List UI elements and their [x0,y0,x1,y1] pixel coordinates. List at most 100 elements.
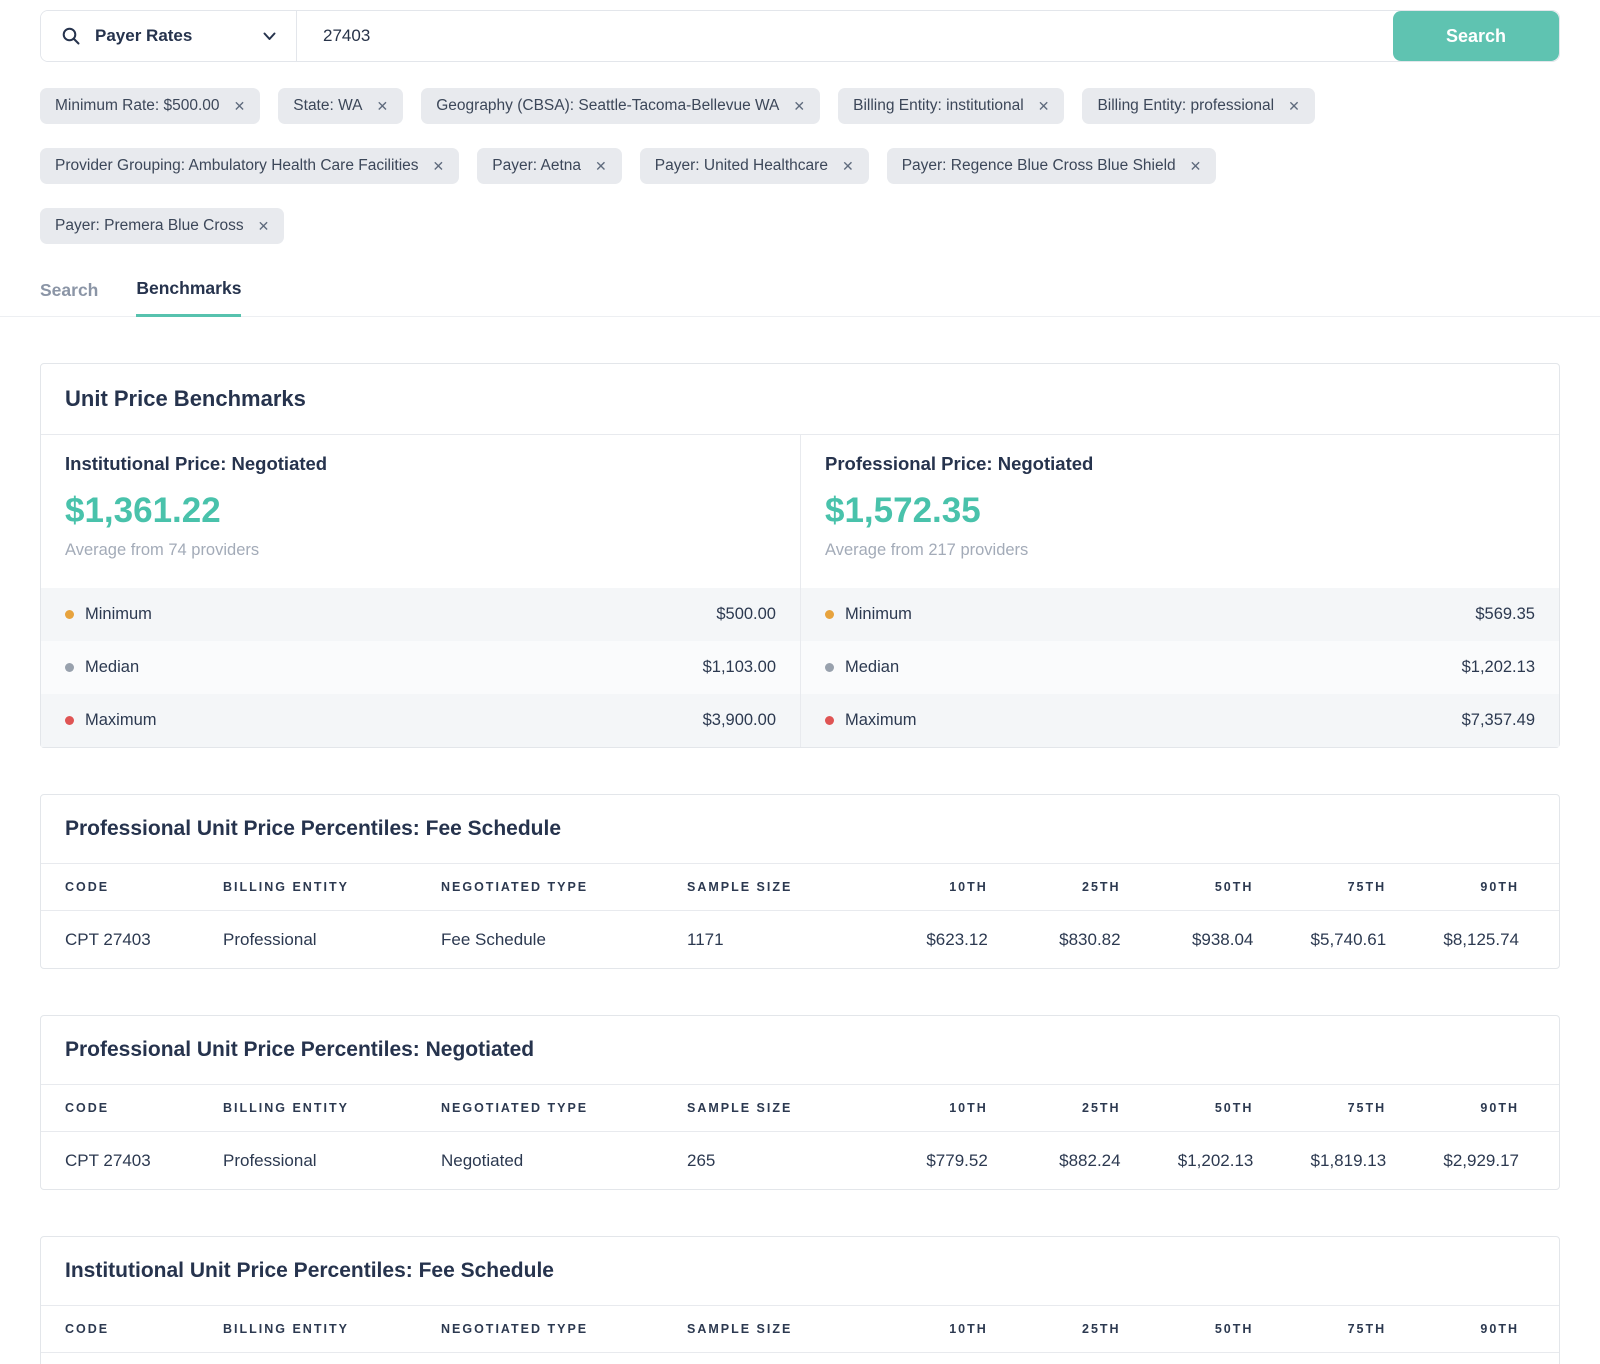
header-cell: CODE [65,1101,223,1115]
filter-chip-geography[interactable]: Geography (CBSA): Seattle-Tacoma-Bellevu… [421,88,820,124]
cell-p90: $2,929.17 [1386,1151,1519,1171]
search-button[interactable]: Search [1393,11,1559,61]
chip-close-icon[interactable]: ✕ [433,159,445,173]
chip-close-icon[interactable]: ✕ [1038,99,1050,113]
filter-chip-billing-professional[interactable]: Billing Entity: professional ✕ [1082,88,1314,124]
header-cell: SAMPLE SIZE [687,1101,855,1115]
header-cell: 90TH [1386,1322,1519,1336]
header-cell: 25TH [988,1101,1121,1115]
cell-p10: $623.12 [855,930,988,950]
cell-billing-entity: Professional [223,930,441,950]
header-cell: 25TH [988,880,1121,894]
stat-row-minimum: Minimum $500.00 [41,588,800,641]
median-dot-icon [825,663,834,672]
filter-chip-minimum-rate[interactable]: Minimum Rate: $500.00 ✕ [40,88,260,124]
unit-price-benchmarks-card: Unit Price Benchmarks Institutional Pric… [40,363,1560,748]
cell-billing-entity: Professional [223,1151,441,1171]
stat-row-minimum: Minimum $569.35 [801,588,1559,641]
search-input[interactable] [297,11,1393,61]
filter-chip-payer-aetna[interactable]: Payer: Aetna ✕ [477,148,622,184]
chevron-down-icon [263,32,276,41]
filter-chip-payer-regence[interactable]: Payer: Regence Blue Cross Blue Shield ✕ [887,148,1217,184]
chip-close-icon[interactable]: ✕ [595,159,607,173]
filter-chip-payer-united[interactable]: Payer: United Healthcare ✕ [640,148,869,184]
provider-count-caption: Average from 74 providers [65,541,776,560]
filter-chips: Minimum Rate: $500.00 ✕ State: WA ✕ Geog… [40,88,1560,244]
tab-benchmarks[interactable]: Benchmarks [136,278,241,317]
header-cell: 90TH [1386,880,1519,894]
header-cell: SAMPLE SIZE [687,1322,855,1336]
header-cell: 50TH [1121,1322,1254,1336]
search-icon [61,26,81,46]
tab-bar: Search Benchmarks [0,278,1600,317]
filter-chip-label: Minimum Rate: $500.00 [55,97,220,115]
header-cell: 10TH [855,880,988,894]
maximum-dot-icon [65,716,74,725]
tab-search[interactable]: Search [40,280,98,316]
table-row: CPT 27403 Professional Negotiated 265 $7… [41,1132,1559,1189]
chip-close-icon[interactable]: ✕ [793,99,805,113]
cell-p25: $882.24 [988,1151,1121,1171]
header-cell: 50TH [1121,880,1254,894]
header-cell: 10TH [855,1101,988,1115]
institutional-fee-schedule-percentiles-card: Institutional Unit Price Percentiles: Fe… [40,1236,1560,1364]
cell-p75: $1,819.13 [1253,1151,1386,1171]
stat-value: $569.35 [1475,605,1535,624]
cell-p90: $8,125.74 [1386,930,1519,950]
stat-label: Maximum [85,711,157,730]
stat-row-median: Median $1,103.00 [41,641,800,694]
chip-close-icon[interactable]: ✕ [1288,99,1300,113]
filter-chip-label: Payer: Aetna [492,157,581,175]
header-cell: 75TH [1253,1322,1386,1336]
chip-close-icon[interactable]: ✕ [258,219,270,233]
stat-row-maximum: Maximum $3,900.00 [41,694,800,747]
cell-code: CPT 27403 [65,1151,223,1171]
stat-label: Maximum [845,711,917,730]
chip-close-icon[interactable]: ✕ [377,99,389,113]
header-cell: NEGOTIATED TYPE [441,1322,687,1336]
professional-negotiated-percentiles-card: Professional Unit Price Percentiles: Neg… [40,1015,1560,1190]
table-header-row: CODE BILLING ENTITY NEGOTIATED TYPE SAMP… [41,1306,1559,1353]
header-cell: NEGOTIATED TYPE [441,880,687,894]
cell-code: CPT 27403 [65,930,223,950]
stat-value: $1,202.13 [1462,658,1535,677]
chip-close-icon[interactable]: ✕ [842,159,854,173]
table-row: CPT 27403 Institutional Fee Schedule 387… [41,1353,1559,1364]
filter-chip-state[interactable]: State: WA ✕ [278,88,403,124]
header-cell: CODE [65,880,223,894]
filter-chip-billing-institutional[interactable]: Billing Entity: institutional ✕ [838,88,1064,124]
filter-chip-provider-grouping[interactable]: Provider Grouping: Ambulatory Health Car… [40,148,459,184]
header-cell: SAMPLE SIZE [687,880,855,894]
chip-close-icon[interactable]: ✕ [1190,159,1202,173]
header-cell: BILLING ENTITY [223,880,441,894]
stat-label: Median [845,658,899,677]
header-cell: 75TH [1253,880,1386,894]
average-price: $1,361.22 [65,491,776,531]
stat-label: Median [85,658,139,677]
filter-chip-label: State: WA [293,97,362,115]
institutional-panel: Institutional Price: Negotiated $1,361.2… [41,435,800,747]
filter-chip-label: Payer: Premera Blue Cross [55,217,244,235]
benchmark-panels: Institutional Price: Negotiated $1,361.2… [41,435,1559,747]
stat-value: $3,900.00 [703,711,776,730]
search-category-label: Payer Rates [95,26,249,46]
cell-sample-size: 265 [687,1151,855,1171]
cell-p50: $1,202.13 [1121,1151,1254,1171]
filter-chip-label: Provider Grouping: Ambulatory Health Car… [55,157,419,175]
header-cell: 90TH [1386,1101,1519,1115]
filter-chip-label: Billing Entity: institutional [853,97,1024,115]
table-title: Professional Unit Price Percentiles: Neg… [41,1016,1559,1085]
chip-close-icon[interactable]: ✕ [234,99,246,113]
search-category-dropdown[interactable]: Payer Rates [41,11,297,61]
stat-row-median: Median $1,202.13 [801,641,1559,694]
table-header-row: CODE BILLING ENTITY NEGOTIATED TYPE SAMP… [41,1085,1559,1132]
benchmarks-card-title: Unit Price Benchmarks [41,364,1559,435]
minimum-dot-icon [65,610,74,619]
header-cell: 50TH [1121,1101,1254,1115]
filter-chip-payer-premera[interactable]: Payer: Premera Blue Cross ✕ [40,208,284,244]
table-header-row: CODE BILLING ENTITY NEGOTIATED TYPE SAMP… [41,864,1559,911]
stat-label: Minimum [845,605,912,624]
stat-value: $1,103.00 [703,658,776,677]
cell-p10: $779.52 [855,1151,988,1171]
header-cell: BILLING ENTITY [223,1101,441,1115]
